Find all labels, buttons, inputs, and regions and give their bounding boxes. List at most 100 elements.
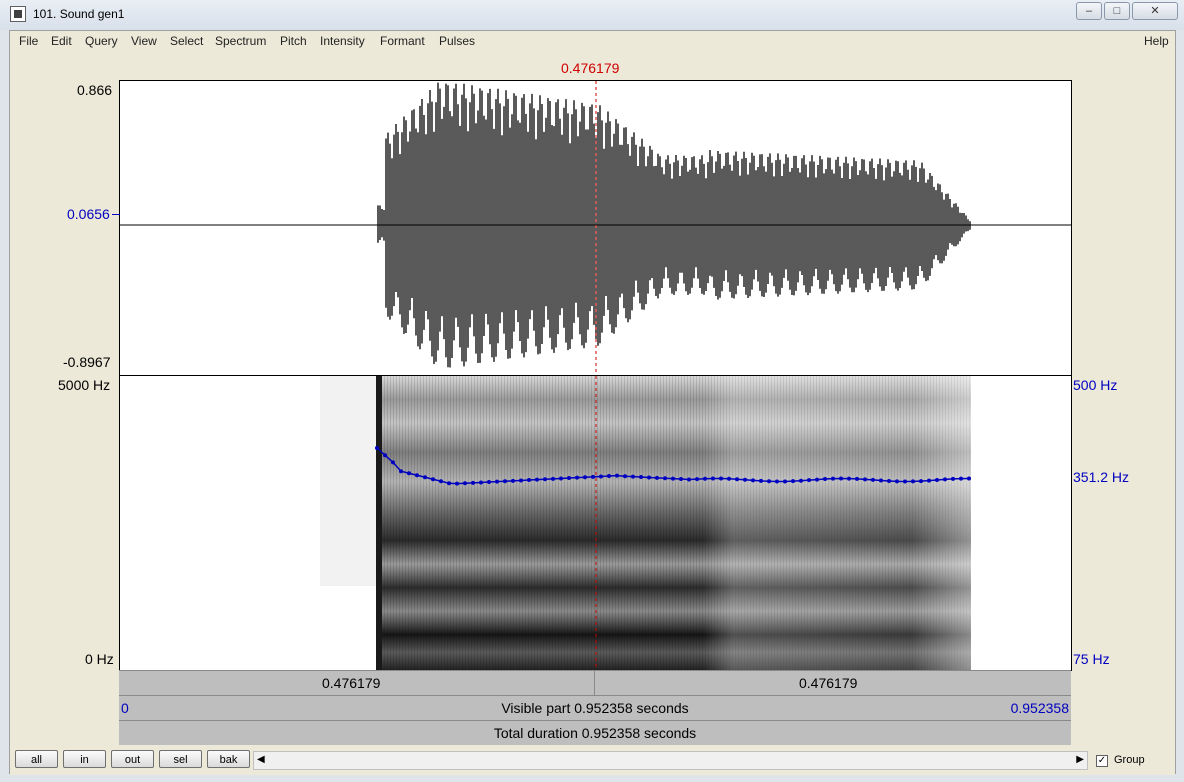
pitch-point — [567, 476, 571, 481]
pitch-point — [807, 478, 811, 483]
pitch-point — [471, 480, 475, 485]
zoom-all-button[interactable]: all — [15, 750, 58, 768]
maximize-button[interactable]: □ — [1104, 2, 1130, 20]
zoom-in-button[interactable]: in — [63, 750, 106, 768]
pitch-point — [527, 478, 531, 483]
pitch-point — [775, 479, 779, 484]
cursor-time-label: 0.476179 — [561, 60, 620, 76]
pitch-point — [895, 479, 899, 484]
waveform-cursor-value-label: 0.0656 — [67, 206, 110, 222]
pitch-point — [815, 477, 819, 482]
pitch-point — [503, 479, 507, 484]
waveform-panel[interactable] — [112, 80, 1072, 376]
pitch-point — [519, 478, 523, 483]
cursor-time-bar[interactable]: 0.476179 0.476179 — [119, 670, 1071, 695]
pitch-point — [743, 477, 747, 482]
visible-part-bar[interactable]: 0 Visible part 0.952358 seconds 0.952358 — [119, 695, 1071, 720]
spectrogram-noise — [320, 376, 376, 586]
pitch-point — [959, 476, 963, 481]
pitch-point — [383, 453, 387, 458]
pitch-point — [415, 473, 419, 478]
menu-help[interactable]: Help — [1144, 34, 1169, 48]
menu-pitch[interactable]: Pitch — [280, 34, 307, 48]
left-segment-time: 0.476179 — [322, 675, 381, 691]
zoom-selection-button[interactable]: sel — [159, 750, 202, 768]
pitch-point — [431, 477, 435, 482]
pitch-max-label: 500 Hz — [1073, 377, 1118, 393]
pitch-point — [911, 479, 915, 484]
pitch-point — [543, 477, 547, 482]
menu-spectrum[interactable]: Spectrum — [215, 34, 266, 48]
zoom-out-button[interactable]: out — [111, 750, 154, 768]
pitch-point — [407, 471, 411, 476]
pitch-point — [423, 475, 427, 480]
editor-client-area: File Edit Query View Select Spectrum Pit… — [9, 30, 1176, 775]
right-segment-time: 0.476179 — [799, 675, 858, 691]
pitch-point — [615, 473, 619, 478]
spectrogram-min-freq-label: 0 Hz — [85, 651, 114, 667]
pitch-point — [671, 476, 675, 481]
pitch-point — [711, 476, 715, 481]
pitch-point — [855, 476, 859, 481]
pitch-point — [623, 474, 627, 479]
zoom-back-button[interactable]: bak — [207, 750, 250, 768]
window-icon — [10, 6, 26, 22]
menu-select[interactable]: Select — [170, 34, 203, 48]
pitch-point — [871, 477, 875, 482]
waveform-plot — [120, 81, 1071, 375]
pitch-point — [687, 477, 691, 482]
waveform-min-label: -0.8967 — [63, 354, 111, 370]
spectrogram-plot — [320, 376, 971, 670]
segment-divider — [594, 671, 595, 695]
pitch-point — [967, 476, 971, 481]
visible-part-text: Visible part 0.952358 seconds — [501, 700, 689, 716]
pitch-point — [551, 476, 555, 481]
pitch-point — [951, 476, 955, 481]
close-button[interactable]: ✕ — [1132, 2, 1178, 20]
pitch-point — [559, 476, 563, 481]
pitch-point — [767, 479, 771, 484]
pitch-point — [927, 478, 931, 483]
checkmark-icon: ✓ — [1097, 755, 1107, 766]
total-duration-bar[interactable]: Total duration 0.952358 seconds — [119, 720, 1071, 745]
bottom-toolbar: all in out sel bak ◀ ▶ ✓ Group — [10, 748, 1175, 775]
pitch-point — [887, 479, 891, 484]
pitch-point — [903, 479, 907, 484]
pitch-point — [535, 477, 539, 482]
pitch-point — [935, 477, 939, 482]
group-checkbox[interactable]: ✓ — [1096, 755, 1108, 767]
pitch-point — [439, 479, 443, 484]
scroll-left-arrow-icon[interactable]: ◀ — [257, 754, 265, 765]
minimize-button[interactable]: – — [1076, 2, 1102, 20]
menu-view[interactable]: View — [131, 34, 157, 48]
menu-edit[interactable]: Edit — [51, 34, 72, 48]
pitch-min-label: 75 Hz — [1073, 651, 1110, 667]
spectrogram-panel[interactable] — [119, 375, 1072, 671]
pitch-point — [583, 475, 587, 480]
pitch-point — [607, 474, 611, 479]
window-title: 101. Sound gen1 — [33, 7, 125, 21]
pitch-point — [463, 481, 467, 486]
pitch-point — [943, 477, 947, 482]
menu-bar: File Edit Query View Select Spectrum Pit… — [10, 31, 1175, 50]
praat-sound-window: 101. Sound gen1 – □ ✕ File Edit Query Vi… — [0, 0, 1184, 782]
pitch-point — [399, 469, 403, 474]
pitch-point — [799, 478, 803, 483]
spectrogram-onset — [376, 376, 382, 670]
menu-file[interactable]: File — [19, 34, 38, 48]
menu-pulses[interactable]: Pulses — [439, 34, 475, 48]
pitch-point — [703, 476, 707, 481]
menu-query[interactable]: Query — [85, 34, 118, 48]
scroll-right-arrow-icon[interactable]: ▶ — [1076, 754, 1084, 765]
pitch-point — [879, 478, 883, 483]
title-bar: 101. Sound gen1 – □ ✕ — [0, 0, 1184, 30]
spectrogram-fade — [376, 376, 971, 670]
total-duration-text: Total duration 0.952358 seconds — [493, 725, 697, 741]
horizontal-scrollbar[interactable]: ◀ ▶ — [253, 751, 1088, 770]
menu-intensity[interactable]: Intensity — [320, 34, 365, 48]
waveform-cursor-tick — [112, 214, 120, 215]
pitch-point — [631, 474, 635, 479]
pitch-point — [751, 478, 755, 483]
menu-formant[interactable]: Formant — [380, 34, 425, 48]
visible-end-time: 0.952358 — [1010, 700, 1069, 716]
